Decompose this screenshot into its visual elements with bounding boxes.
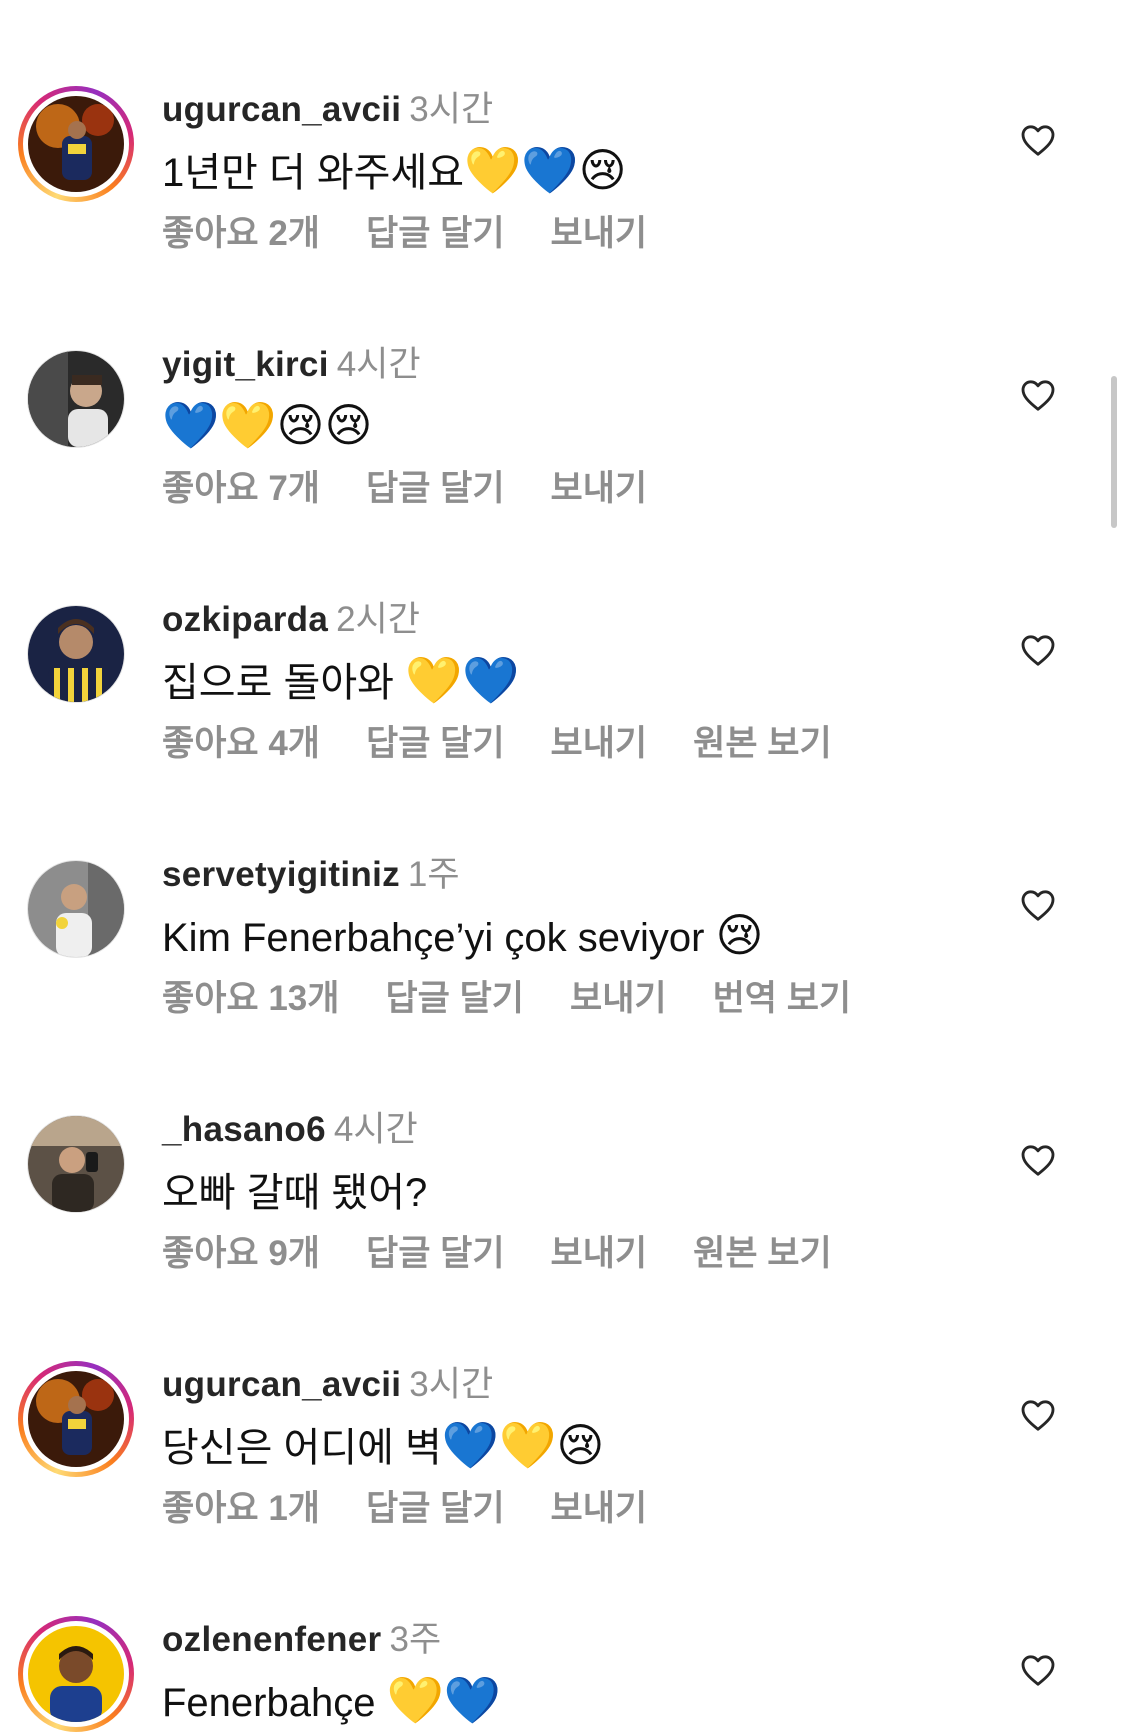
comment-time: 3주 [389, 1620, 442, 1659]
comment-time: 3시간 [409, 90, 494, 129]
like-heart-icon[interactable] [1018, 885, 1058, 925]
avatar [28, 1371, 124, 1467]
username[interactable]: yigit_kirci [162, 345, 329, 384]
scrollbar[interactable] [1111, 376, 1117, 528]
comment-emojis: 💛💙😢 [464, 143, 627, 197]
avatar [28, 1116, 124, 1212]
comment-item: ugurcan_avcii 3시간 1년만 더 와주세요💛💙😢 좋아요 2개 답글 … [0, 86, 1125, 342]
username[interactable]: ozkiparda [162, 600, 328, 639]
likes-count-button[interactable]: 좋아요 1개 [162, 1489, 320, 1528]
comment-text: 💙💛😢😢 [162, 399, 372, 454]
send-button[interactable]: 보내기 [551, 724, 648, 763]
username[interactable]: ugurcan_avcii [162, 90, 401, 129]
like-heart-icon[interactable] [1018, 630, 1058, 670]
comment-text-body: 오빠 갈때 됐어? [162, 1171, 428, 1215]
comment-actions: 좋아요 1개 답글 달기 보내기 [162, 1487, 693, 1531]
comment-actions: 좋아요 13개 답글 달기 보내기 번역 보기 [162, 977, 897, 1021]
comment-item: ozkiparda 2시간 집으로 돌아와 💛💙 좋아요 4개 답글 달기 보내기 원본… [0, 596, 1125, 852]
likes-count-button[interactable]: 좋아요 4개 [162, 724, 320, 763]
comment-actions: 좋아요 2개 답글 달기 보내기 [162, 212, 693, 256]
avatar [28, 351, 124, 447]
comment-header: ugurcan_avcii 3시간 [162, 88, 493, 132]
comment-time: 3시간 [409, 1365, 494, 1404]
comment-emojis: 😢 [715, 908, 764, 962]
comment-item: ozlenenfener 3주 Fenerbahçe 💛💙 [0, 1616, 1125, 1732]
username[interactable]: ozlenenfener [162, 1620, 381, 1659]
comment-text: 오빠 갈때 됐어? [162, 1164, 427, 1219]
comment-emojis: 💛💙 [405, 653, 520, 707]
reply-button[interactable]: 답글 달기 [366, 1234, 505, 1273]
likes-count-button[interactable]: 좋아요 13개 [162, 979, 339, 1018]
like-heart-icon[interactable] [1018, 1395, 1058, 1435]
comment-text-body: Fenerbahçe [162, 1681, 387, 1725]
comment-header: ugurcan_avcii 3시간 [162, 1363, 493, 1407]
avatar [28, 606, 124, 702]
comment-text-body: 집으로 돌아와 [162, 661, 406, 705]
comment-time: 4시간 [336, 345, 421, 384]
avatar-container[interactable] [18, 1106, 134, 1222]
send-button[interactable]: 보내기 [551, 1489, 648, 1528]
comment-text: Fenerbahçe 💛💙 [162, 1674, 501, 1729]
comment-actions: 좋아요 9개 답글 달기 보내기 원본 보기 [162, 1232, 878, 1276]
like-heart-icon[interactable] [1018, 120, 1058, 160]
likes-count-button[interactable]: 좋아요 7개 [162, 469, 320, 508]
see-original-button[interactable]: 원본 보기 [693, 1234, 832, 1273]
comment-header: yigit_kirci 4시간 [162, 343, 421, 387]
username[interactable]: _hasano6 [162, 1110, 326, 1149]
comment-item: ugurcan_avcii 3시간 당신은 어디에 벽💙💛😢 좋아요 1개 답글 달… [0, 1361, 1125, 1617]
comment-text: Kim Fenerbahçe’yi çok seviyor 😢 [162, 909, 764, 964]
comment-actions: 좋아요 4개 답글 달기 보내기 원본 보기 [162, 722, 878, 766]
likes-count-button[interactable]: 좋아요 2개 [162, 214, 320, 253]
likes-count-button[interactable]: 좋아요 9개 [162, 1234, 320, 1273]
reply-button[interactable]: 답글 달기 [366, 724, 505, 763]
avatar [28, 1626, 124, 1722]
avatar-story-ring[interactable] [18, 1616, 134, 1732]
comment-text: 당신은 어디에 벽💙💛😢 [162, 1419, 604, 1474]
reply-button[interactable]: 답글 달기 [366, 469, 505, 508]
like-heart-icon[interactable] [1018, 1140, 1058, 1180]
see-original-button[interactable]: 원본 보기 [693, 724, 832, 763]
reply-button[interactable]: 답글 달기 [366, 214, 505, 253]
reply-button[interactable]: 답글 달기 [385, 979, 524, 1018]
comment-emojis: 💙💛😢😢 [162, 398, 373, 452]
reply-button[interactable]: 답글 달기 [366, 1489, 505, 1528]
comment-actions: 좋아요 7개 답글 달기 보내기 [162, 467, 693, 511]
like-heart-icon[interactable] [1018, 1650, 1058, 1690]
send-button[interactable]: 보내기 [551, 214, 648, 253]
comment-header: ozkiparda 2시간 [162, 598, 420, 642]
comment-emojis: 💙💛😢 [441, 1418, 605, 1472]
comment-text: 집으로 돌아와 💛💙 [162, 654, 520, 709]
comment-header: servetyigitiniz 1주 [162, 853, 460, 897]
username[interactable]: servetyigitiniz [162, 855, 400, 894]
username[interactable]: ugurcan_avcii [162, 1365, 401, 1404]
avatar-container[interactable] [18, 596, 134, 712]
comment-item: _hasano6 4시간 오빠 갈때 됐어? 좋아요 9개 답글 달기 보내기 원본 보… [0, 1106, 1125, 1362]
comment-emojis: 💛💙 [386, 1673, 502, 1727]
comment-text-body: 1년만 더 와주세요 [162, 151, 465, 195]
avatar-story-ring[interactable] [18, 1361, 134, 1477]
see-translation-button[interactable]: 번역 보기 [713, 979, 852, 1018]
comment-text: 1년만 더 와주세요💛💙😢 [162, 144, 627, 199]
avatar-container[interactable] [18, 851, 134, 967]
comment-text-body: 당신은 어디에 벽 [162, 1426, 442, 1470]
comment-item: yigit_kirci 4시간 💙💛😢😢 좋아요 7개 답글 달기 보내기 [0, 341, 1125, 597]
comment-header: ozlenenfener 3주 [162, 1618, 441, 1662]
send-button[interactable]: 보내기 [551, 1234, 648, 1273]
comment-header: _hasano6 4시간 [162, 1108, 418, 1152]
comment-time: 1주 [407, 855, 460, 894]
send-button[interactable]: 보내기 [551, 469, 648, 508]
avatar-story-ring[interactable] [18, 86, 134, 202]
send-button[interactable]: 보내기 [570, 979, 667, 1018]
comment-time: 4시간 [333, 1110, 418, 1149]
comment-time: 2시간 [336, 600, 420, 639]
comment-text-body: Kim Fenerbahçe’yi çok seviyor [162, 916, 716, 960]
avatar [28, 861, 124, 957]
avatar [28, 96, 124, 192]
like-heart-icon[interactable] [1018, 375, 1058, 415]
avatar-container[interactable] [18, 341, 134, 457]
comment-item: servetyigitiniz 1주 Kim Fenerbahçe’yi çok … [0, 851, 1125, 1107]
